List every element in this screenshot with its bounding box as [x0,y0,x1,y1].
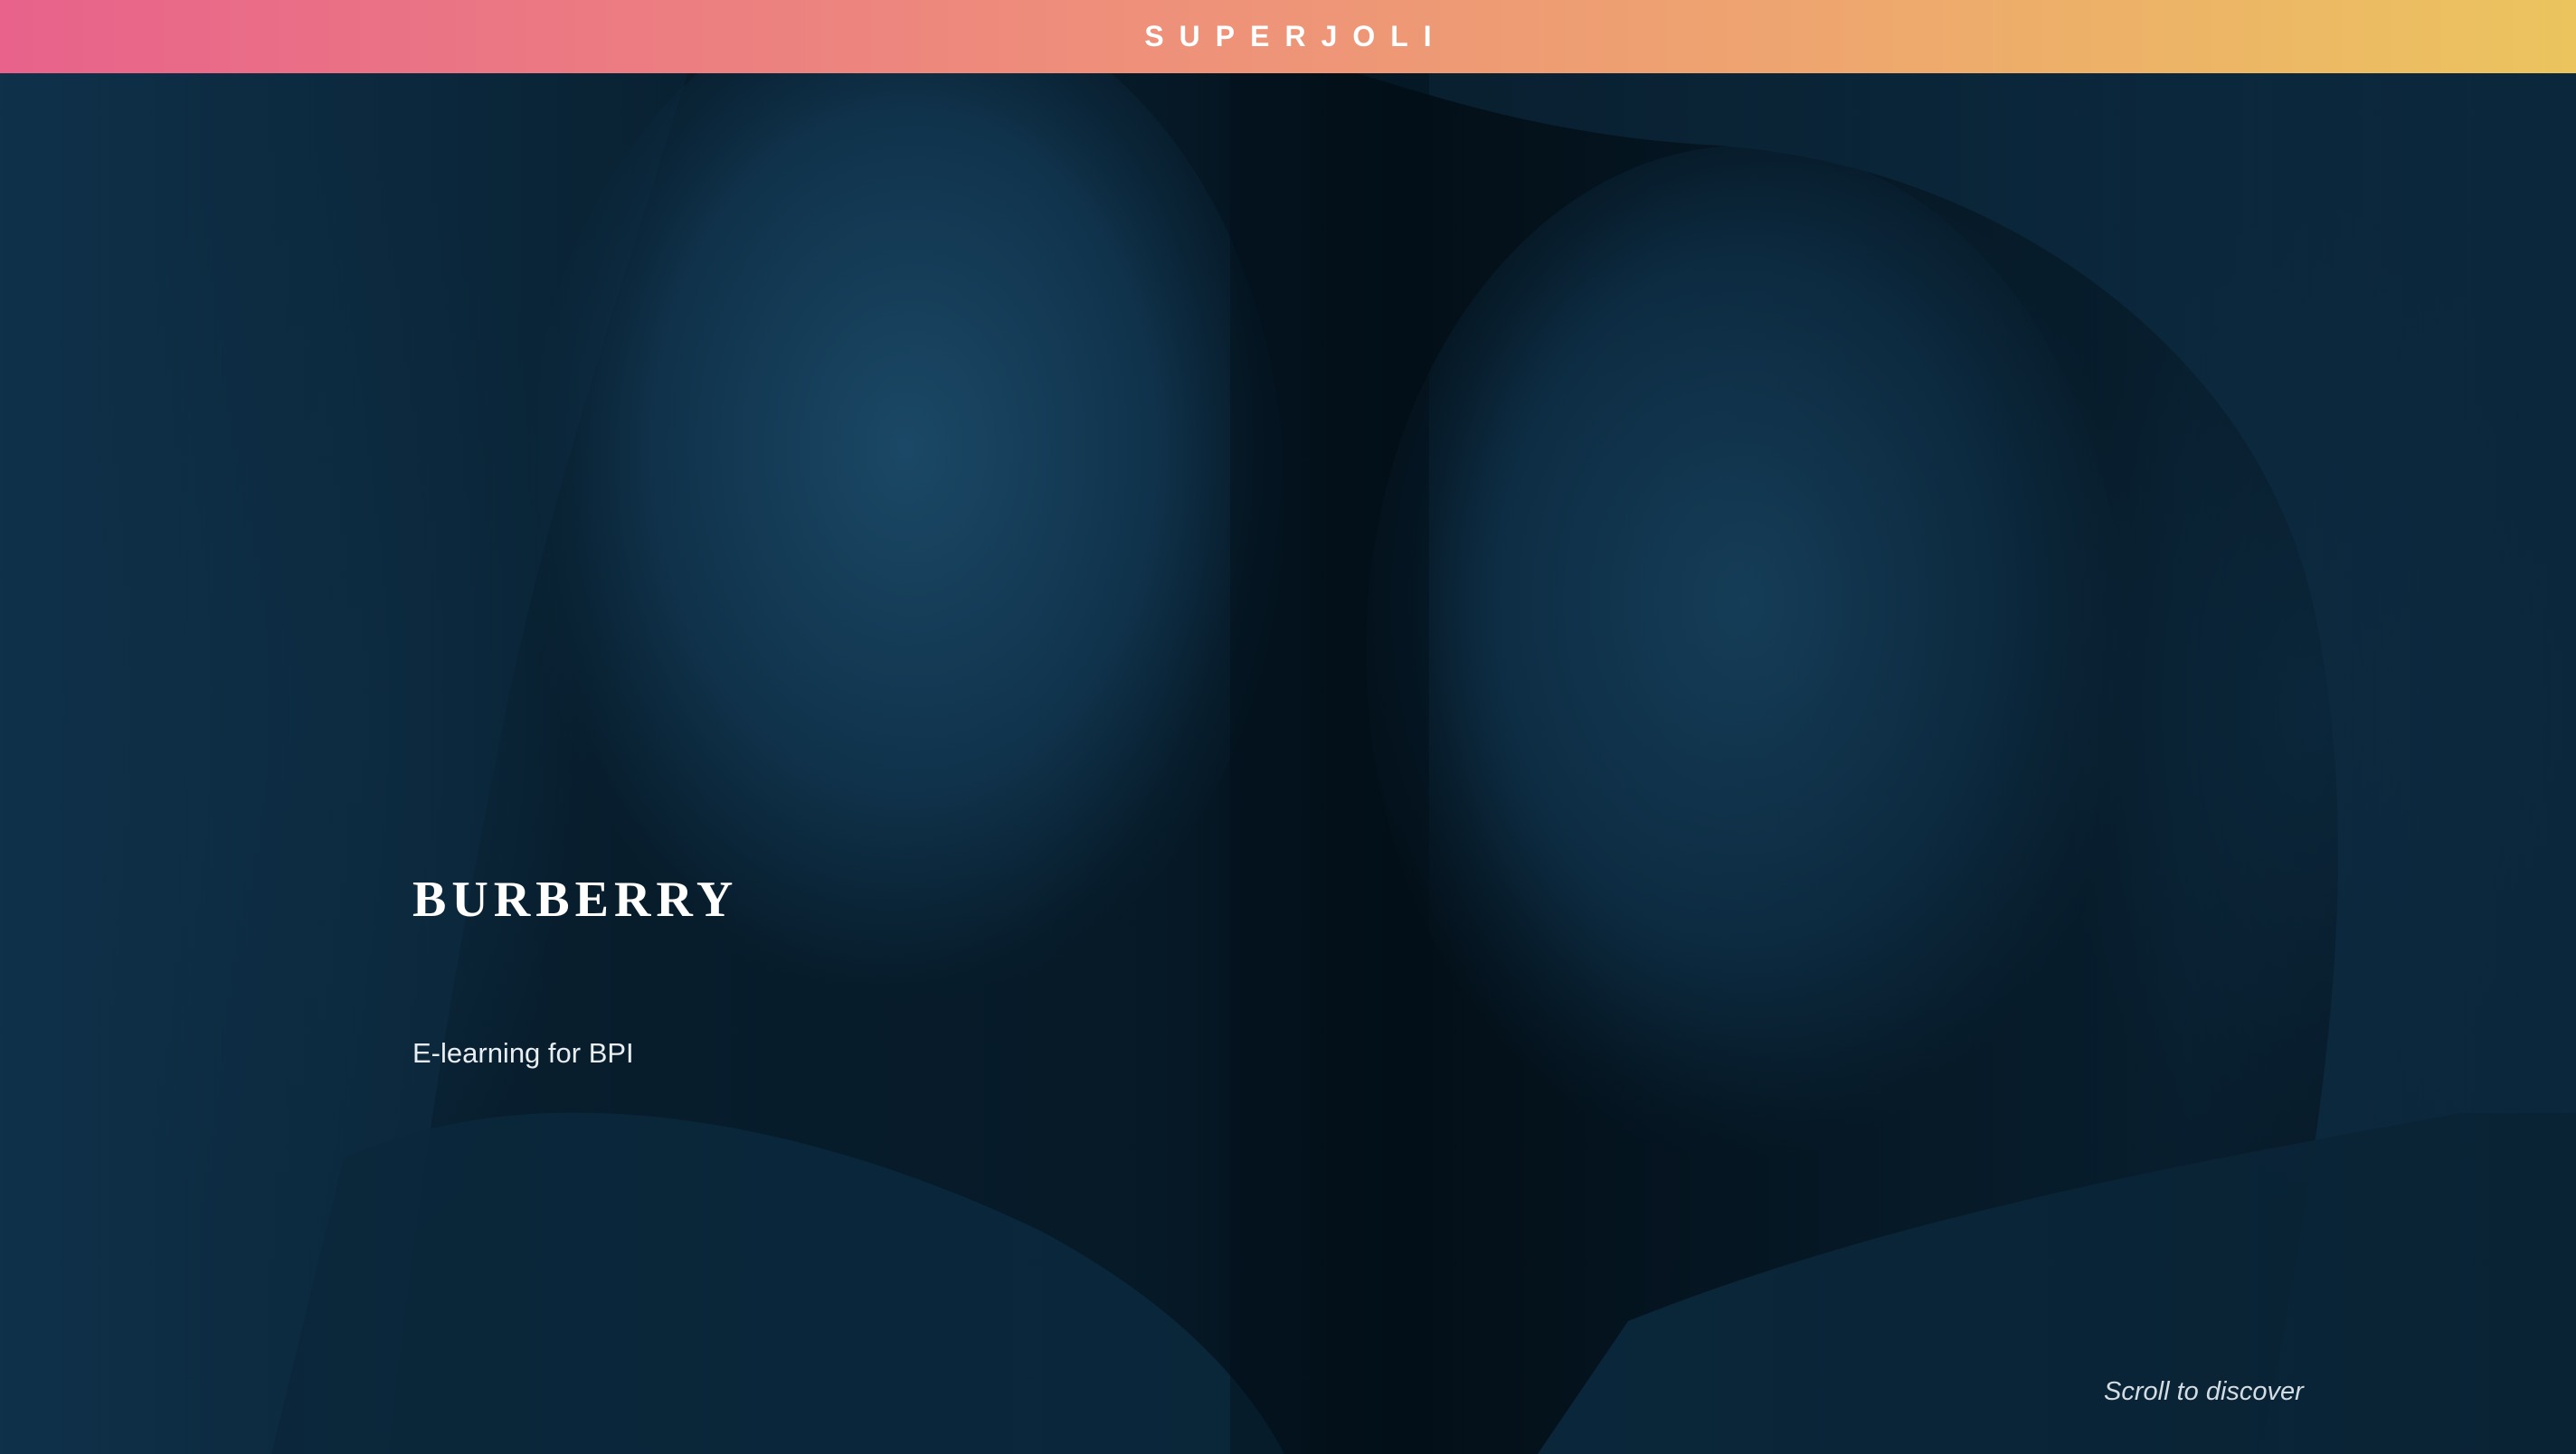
hero-subtitle: E-learning for BPI [412,1037,634,1069]
brand-logo: BURBERRY [412,872,739,928]
site-logo[interactable]: SUPERJOLI [1129,20,1446,53]
top-bar: SUPERJOLI [0,0,2576,73]
hero-overlay [0,73,2576,1454]
scroll-to-discover-link[interactable]: Scroll to discover [2104,1379,2304,1405]
hero-section: BURBERRY E-learning for BPI Scroll to di… [0,73,2576,1454]
